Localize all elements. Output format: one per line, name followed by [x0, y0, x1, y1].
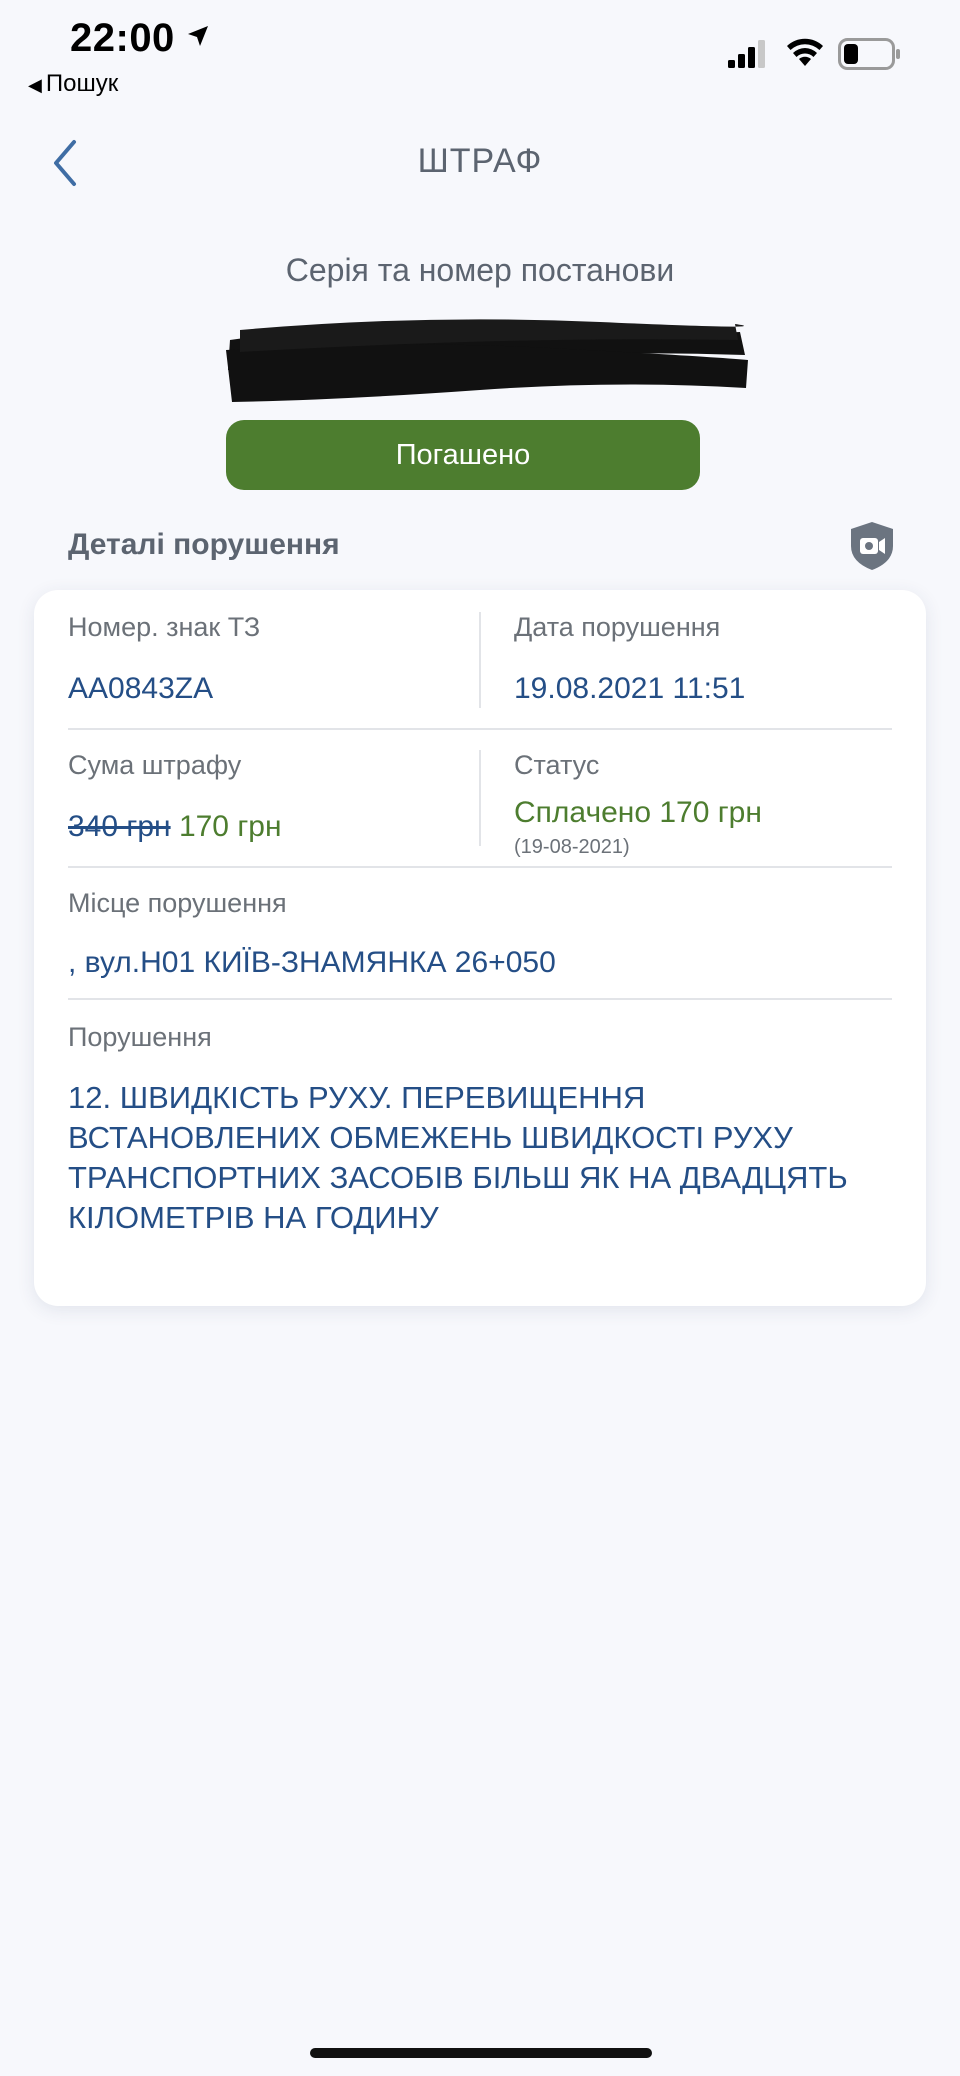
back-triangle-icon: ◀: [28, 75, 42, 95]
battery-icon: [838, 38, 900, 70]
violation-description: 12. ШВИДКІСТЬ РУХУ. ПЕРЕВИЩЕННЯ ВСТАНОВЛ…: [68, 1080, 848, 1235]
camera-shield-icon[interactable]: [848, 520, 896, 572]
details-section-title: Деталі порушення: [68, 528, 340, 561]
plate-label: Номер. знак ТЗ: [68, 612, 261, 642]
fine-amount-new: 170 грн: [178, 810, 282, 843]
row-divider: [68, 998, 892, 1000]
plate-value: AA0843ZA: [68, 672, 214, 705]
row-divider: [68, 866, 892, 868]
redacted-series-number: [226, 319, 748, 402]
violation-date-label: Дата порушення: [514, 612, 721, 642]
status-paid-date: (19-08-2021): [514, 836, 630, 858]
fine-amount-old: 340 грн: [68, 810, 171, 843]
wifi-icon: [787, 38, 823, 66]
status-paid-button[interactable]: Погашено: [226, 420, 700, 490]
back-to-app-link[interactable]: ◀ Пошук: [28, 70, 118, 98]
row-divider: [68, 728, 892, 730]
series-number-label: Серія та номер постанови: [285, 252, 675, 288]
status-label: Статус: [514, 750, 600, 780]
home-indicator[interactable]: [310, 2048, 652, 2058]
place-value: , вул.Н01 КИЇВ-ЗНАМЯНКА 26+050: [68, 946, 556, 979]
violation-label: Порушення: [68, 1022, 212, 1052]
fine-amount-value: 340 грн 170 грн: [68, 810, 282, 844]
violation-date-value: 19.08.2021 11:51: [514, 672, 746, 705]
fine-amount-label: Сума штрафу: [68, 750, 242, 780]
location-arrow-icon: [188, 26, 208, 46]
cellular-signal-icon: [728, 40, 765, 68]
column-divider: [479, 612, 481, 708]
status-value: Сплачено 170 грн: [514, 796, 762, 829]
column-divider: [479, 750, 481, 846]
status-time: 22:00: [70, 16, 175, 60]
place-label: Місце порушення: [68, 888, 287, 918]
back-app-label: Пошук: [45, 70, 119, 97]
page-title: ШТРАФ: [417, 142, 543, 180]
